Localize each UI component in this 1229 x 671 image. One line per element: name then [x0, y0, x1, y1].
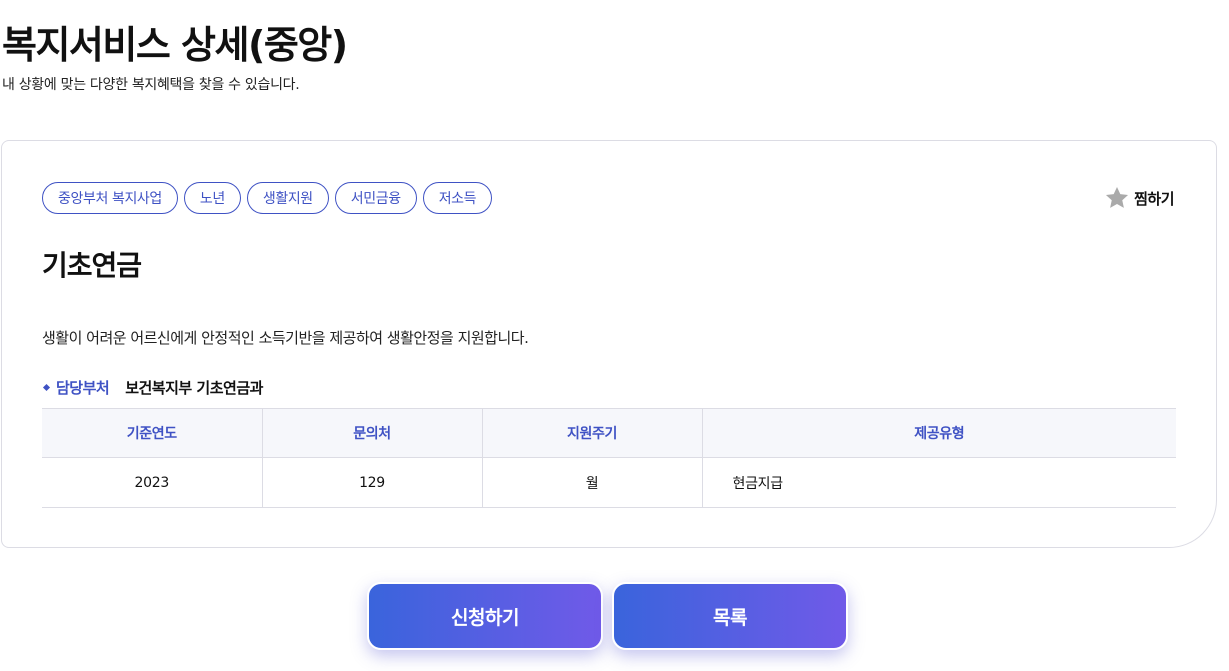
- tag-central-ministry[interactable]: 중앙부처 복지사업: [42, 182, 178, 214]
- tag-senior[interactable]: 노년: [183, 182, 241, 214]
- service-description: 생활이 어려운 어르신에게 안정적인 소득기반을 제공하여 생활안정을 지원합니…: [42, 329, 529, 347]
- department-value: 보건복지부 기초연금과: [125, 379, 263, 397]
- service-info-table: 기준연도 문의처 지원주기 제공유형 2023 129 월 현금지급: [42, 408, 1176, 508]
- cell-provision-type: 현금지급: [701, 457, 1176, 508]
- cell-contact: 129: [261, 457, 482, 508]
- favorite-button[interactable]: 찜하기: [1104, 185, 1174, 211]
- page-subtitle: 내 상황에 맞는 다양한 복지혜택을 찾을 수 있습니다.: [2, 77, 300, 93]
- tag-micro-finance[interactable]: 서민금융: [334, 182, 417, 214]
- table-header-row: 기준연도 문의처 지원주기 제공유형: [42, 408, 1176, 458]
- service-detail-card: 중앙부처 복지사업 노년 생활지원 서민금융 저소득 찜하기 기초연금 생활이 …: [1, 140, 1217, 548]
- header-provision-type: 제공유형: [701, 408, 1176, 458]
- header-support-cycle: 지원주기: [481, 408, 702, 458]
- header-base-year: 기준연도: [42, 408, 262, 458]
- list-button[interactable]: 목록: [612, 582, 848, 650]
- star-icon: [1104, 185, 1130, 211]
- table-row: 2023 129 월 현금지급: [42, 457, 1176, 508]
- page-title: 복지서비스 상세(중앙): [2, 23, 348, 67]
- tag-list: 중앙부처 복지사업 노년 생활지원 서민금융 저소득: [42, 182, 493, 214]
- cell-base-year: 2023: [42, 457, 262, 508]
- tag-living-support[interactable]: 생활지원: [246, 182, 329, 214]
- header-contact: 문의처: [261, 408, 482, 458]
- tag-low-income[interactable]: 저소득: [422, 182, 493, 214]
- diamond-bullet-icon: [42, 383, 51, 392]
- department-row: 담당부처 보건복지부 기초연금과: [42, 377, 263, 398]
- favorite-label: 찜하기: [1134, 189, 1174, 208]
- cell-support-cycle: 월: [481, 457, 702, 508]
- apply-button[interactable]: 신청하기: [367, 582, 603, 650]
- service-name: 기초연금: [42, 249, 142, 282]
- department-label: 담당부처: [56, 379, 110, 397]
